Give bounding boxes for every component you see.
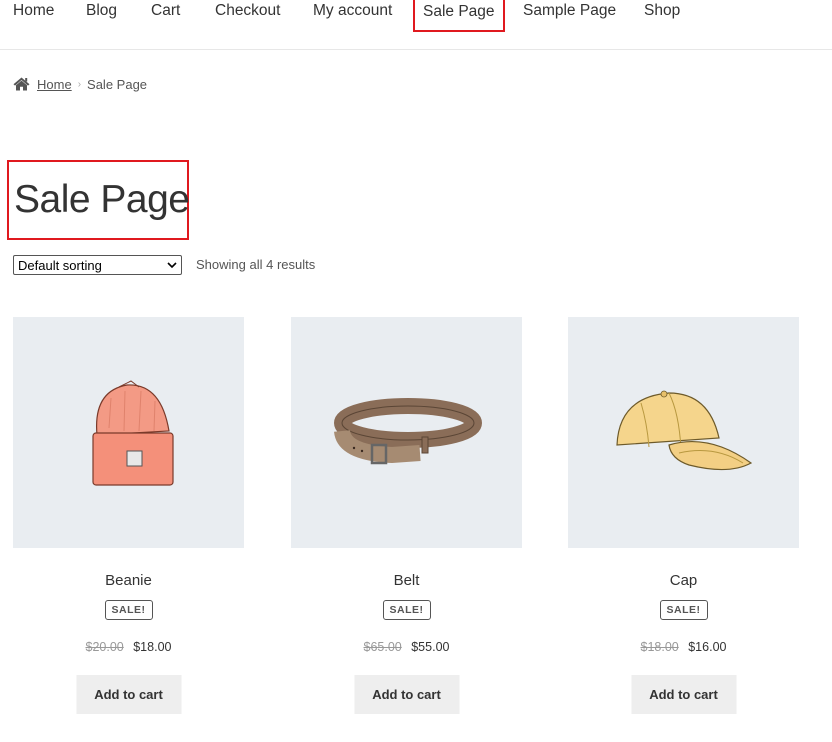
breadcrumb: Home › Sale Page: [13, 75, 147, 93]
nav-item-my-account[interactable]: My account: [313, 2, 392, 20]
sort-select[interactable]: Default sorting: [13, 255, 182, 275]
sale-badge: SALE!: [104, 600, 153, 620]
breadcrumb-separator-icon: ›: [77, 78, 82, 90]
add-to-cart-button-beanie[interactable]: Add to cart: [76, 675, 181, 714]
nav-item-sample-page[interactable]: Sample Page: [523, 2, 616, 20]
belt-icon: [333, 397, 482, 464]
old-price: $65.00: [363, 640, 402, 654]
nav-item-sale-page[interactable]: Sale Page: [413, 0, 505, 32]
product-name-beanie[interactable]: Beanie: [13, 572, 244, 589]
home-icon[interactable]: [13, 77, 30, 91]
sale-price: $16.00: [688, 640, 727, 654]
product-image-cap[interactable]: [568, 317, 799, 548]
breadcrumb-current: Sale Page: [87, 76, 148, 92]
product-name-cap[interactable]: Cap: [568, 572, 799, 589]
add-to-cart-button-belt[interactable]: Add to cart: [354, 675, 459, 714]
sale-badge: SALE!: [382, 600, 431, 620]
product-price-beanie: $20.00 $18.00: [13, 640, 244, 654]
beanie-icon: [91, 379, 174, 486]
nav-item-cart[interactable]: Cart: [151, 2, 180, 20]
result-count: Showing all 4 results: [196, 257, 316, 272]
nav-item-home[interactable]: Home: [13, 2, 54, 20]
breadcrumb-home-link[interactable]: Home: [37, 77, 72, 92]
product-card-beanie: Beanie SALE! $20.00 $18.00 Add to cart: [13, 317, 244, 714]
old-price: $20.00: [85, 640, 124, 654]
cap-icon: [615, 390, 752, 470]
nav-item-blog[interactable]: Blog: [86, 2, 117, 20]
product-price-cap: $18.00 $16.00: [568, 640, 799, 654]
product-card-cap: Cap SALE! $18.00 $16.00 Add to cart: [568, 317, 799, 714]
sale-price: $18.00: [133, 640, 172, 654]
sale-badge: SALE!: [659, 600, 708, 620]
nav-item-shop[interactable]: Shop: [644, 2, 680, 20]
product-image-belt[interactable]: [291, 317, 522, 548]
product-card-belt: Belt SALE! $65.00 $55.00 Add to cart: [291, 317, 522, 714]
product-name-belt[interactable]: Belt: [291, 572, 522, 589]
add-to-cart-button-cap[interactable]: Add to cart: [631, 675, 736, 714]
sort-select-value: Default sorting: [18, 257, 102, 273]
old-price: $18.00: [640, 640, 679, 654]
chevron-down-icon: [167, 262, 177, 269]
product-image-beanie[interactable]: [13, 317, 244, 548]
primary-navigation: Home Blog Cart Checkout My account Sale …: [0, 0, 832, 50]
page-title: Sale Page: [14, 178, 190, 221]
product-price-belt: $65.00 $55.00: [291, 640, 522, 654]
sale-price: $55.00: [411, 640, 450, 654]
nav-item-checkout[interactable]: Checkout: [215, 2, 280, 20]
